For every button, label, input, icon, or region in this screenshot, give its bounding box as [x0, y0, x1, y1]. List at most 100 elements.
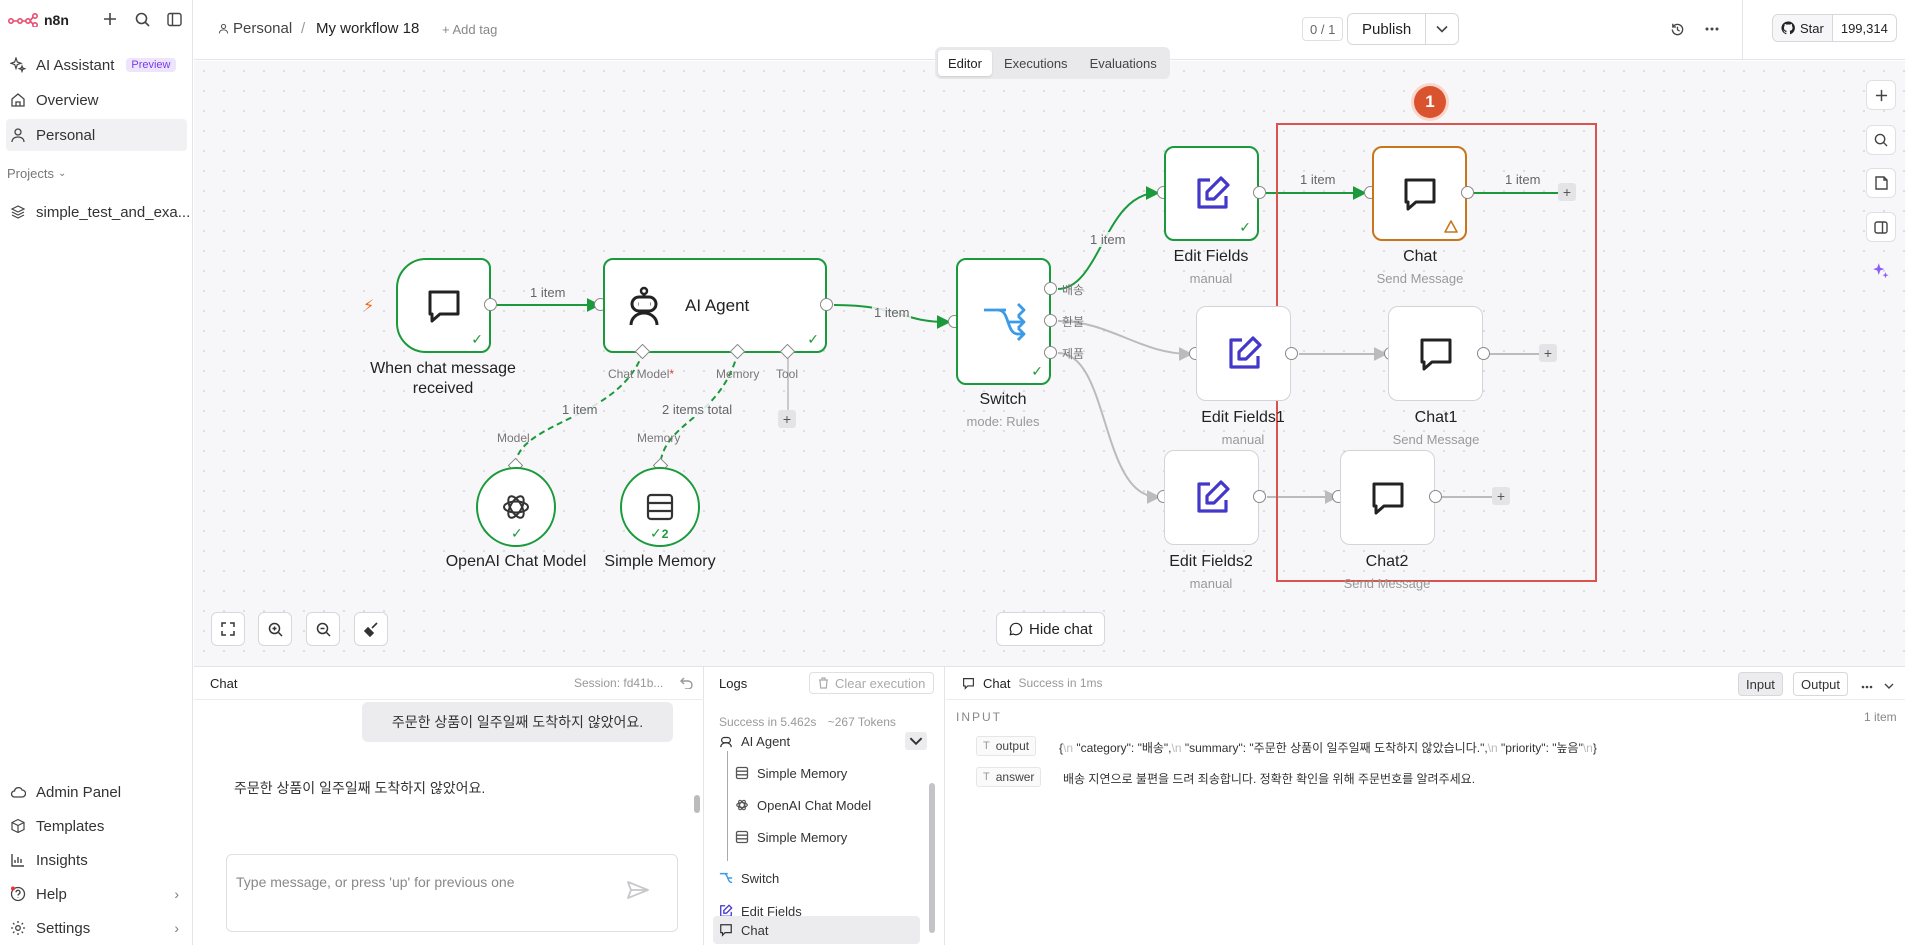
log-row-switch[interactable]: Switch [719, 864, 779, 892]
pencil-icon [1228, 335, 1262, 369]
add-tag-link[interactable]: + Add tag [442, 22, 497, 37]
output-handle[interactable] [820, 298, 833, 311]
sidebar-item-insights[interactable]: Insights [6, 844, 187, 876]
field-key-answer[interactable]: T answer [976, 767, 1042, 787]
ai-sparkle-tool[interactable] [1866, 256, 1896, 286]
add-node-button[interactable]: + [1539, 344, 1557, 362]
pencil-icon [1196, 175, 1230, 209]
chat-bubble-icon [1372, 482, 1403, 514]
tab-executions[interactable]: Executions [994, 50, 1078, 76]
zoom-in-button[interactable] [258, 612, 292, 646]
projects-header[interactable]: Projects ⌄ [7, 166, 66, 181]
n8n-logo[interactable]: n8n [8, 10, 69, 30]
log-row-ai-agent[interactable]: AI Agent [719, 727, 927, 755]
tidy-up-button[interactable] [354, 612, 388, 646]
logs-scrollbar[interactable] [929, 783, 935, 933]
broom-icon [363, 621, 378, 637]
node-chat1[interactable] [1388, 306, 1483, 401]
tab-editor[interactable]: Editor [938, 50, 992, 76]
node-switch[interactable]: ✓ [956, 258, 1051, 385]
send-icon[interactable] [627, 881, 649, 899]
node-edit-fields[interactable]: ✓ [1164, 146, 1259, 241]
sidebar-item-ai-assistant[interactable]: AI Assistant Preview [6, 49, 187, 81]
reset-session-icon[interactable] [680, 667, 693, 699]
value-part: "category": "배송", [1073, 741, 1172, 755]
sidebar-item-help[interactable]: Help › [6, 878, 187, 910]
chevron-down-icon[interactable] [1884, 677, 1894, 692]
github-icon [1781, 21, 1795, 35]
node-openai-chat-model[interactable]: ✓ [476, 467, 556, 547]
clear-execution-button[interactable]: Clear execution [809, 672, 935, 694]
add-node-button[interactable]: + [1492, 487, 1510, 505]
node-subtitle: manual [1189, 271, 1233, 286]
database-icon [735, 766, 749, 780]
sticky-note-tool[interactable] [1866, 168, 1896, 198]
more-options-icon[interactable] [1861, 677, 1873, 692]
logs-title: Logs [719, 675, 748, 691]
chat-scrollbar[interactable] [694, 795, 700, 813]
fit-view-button[interactable] [211, 612, 245, 646]
hide-chat-button[interactable]: Hide chat [996, 612, 1106, 646]
tab-input[interactable]: Input [1738, 672, 1783, 696]
publish-button[interactable]: Publish [1348, 14, 1427, 44]
output-handle[interactable] [484, 298, 497, 311]
value-part: } [1592, 741, 1597, 755]
sidebar-item-settings[interactable]: Settings › [6, 912, 187, 944]
search-icon[interactable] [132, 9, 152, 29]
success-check-icon: ✓ [1239, 219, 1251, 235]
breadcrumb-project[interactable]: Personal [218, 20, 292, 37]
github-star-button[interactable]: Star [1773, 15, 1833, 41]
collapse-icon[interactable] [905, 732, 927, 750]
output-handle[interactable] [1253, 490, 1266, 503]
node-chat-trigger[interactable]: ✓ [396, 258, 491, 353]
output-handle[interactable] [1461, 186, 1474, 199]
log-row-simple-memory[interactable]: Simple Memory [735, 759, 847, 787]
value-escape: \n [1582, 741, 1593, 755]
log-row-openai-chat-model[interactable]: OpenAI Chat Model [735, 791, 871, 819]
help-icon [10, 886, 26, 902]
log-row-chat[interactable]: Chat [713, 916, 920, 944]
node-simple-memory[interactable]: ✓2 [620, 467, 700, 547]
output-handle-3[interactable] [1044, 346, 1057, 359]
sidebar-item-overview[interactable]: Overview [6, 84, 187, 116]
sidebar-item-project[interactable]: simple_test_and_exa... [6, 196, 190, 228]
sidebar-item-personal[interactable]: Personal [6, 119, 187, 151]
node-chat2[interactable] [1340, 450, 1435, 545]
github-star-widget[interactable]: Star 199,314 [1772, 14, 1897, 42]
node-chat[interactable] [1372, 146, 1467, 241]
more-options-icon[interactable] [1702, 19, 1722, 39]
output-handle[interactable] [1285, 347, 1298, 360]
add-icon[interactable] [100, 9, 120, 29]
panel-toggle-tool[interactable] [1866, 212, 1896, 242]
bot-message: 주문한 상품이 일주일째 도착하지 않았어요. [234, 780, 486, 796]
add-tool-button[interactable]: + [778, 410, 796, 428]
tab-evaluations[interactable]: Evaluations [1080, 50, 1167, 76]
output-handle-1[interactable] [1044, 282, 1057, 295]
output-handle[interactable] [1253, 186, 1266, 199]
log-row-simple-memory-2[interactable]: Simple Memory [735, 823, 847, 851]
logs-panel: Logs Clear execution Success in 5.462s ~… [705, 667, 945, 945]
search-nodes-tool[interactable] [1866, 125, 1896, 155]
tab-output[interactable]: Output [1793, 672, 1849, 696]
add-node-tool[interactable] [1866, 80, 1896, 110]
output-handle[interactable] [1477, 347, 1490, 360]
sidebar-item-templates[interactable]: Templates [6, 810, 187, 842]
database-icon [646, 493, 674, 521]
field-key-output[interactable]: T output [976, 736, 1037, 756]
node-edit-fields1[interactable] [1196, 306, 1291, 401]
divider [946, 699, 1905, 700]
sidebar-item-admin-panel[interactable]: Admin Panel [6, 776, 187, 808]
edge-label: 1 item [1088, 232, 1128, 247]
output-handle-2[interactable] [1044, 314, 1057, 327]
node-edit-fields2[interactable] [1164, 450, 1259, 545]
workflow-name[interactable]: My workflow 18 [316, 20, 419, 37]
add-node-button[interactable]: + [1558, 183, 1576, 201]
history-icon[interactable] [1667, 19, 1687, 39]
collapse-sidebar-icon[interactable] [164, 9, 184, 29]
chat-message-input[interactable]: Type message, or press 'up' for previous… [226, 854, 678, 932]
output-handle[interactable] [1429, 490, 1442, 503]
publish-dropdown[interactable] [1426, 14, 1458, 44]
layers-icon [10, 205, 26, 219]
zoom-out-button[interactable] [306, 612, 340, 646]
node-ai-agent[interactable]: AI Agent ✓ [603, 258, 827, 353]
